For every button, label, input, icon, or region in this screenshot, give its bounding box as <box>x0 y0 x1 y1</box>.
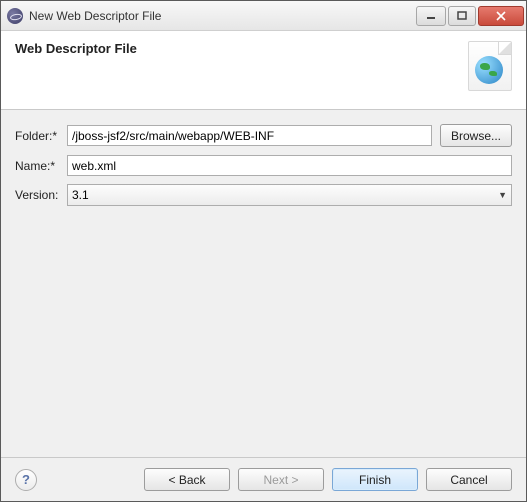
window-title: New Web Descriptor File <box>29 9 414 23</box>
version-value: 3.1 <box>72 188 89 202</box>
folder-input[interactable] <box>67 125 432 146</box>
wizard-buttons: < Back Next > Finish Cancel <box>144 468 512 491</box>
globe-icon <box>475 56 503 84</box>
close-button[interactable] <box>478 6 524 26</box>
page-title: Web Descriptor File <box>15 41 137 56</box>
window-controls <box>414 6 524 26</box>
next-button: Next > <box>238 468 324 491</box>
folder-label: Folder:* <box>15 129 67 143</box>
wizard-banner: Web Descriptor File <box>1 31 526 110</box>
browse-button[interactable]: Browse... <box>440 124 512 147</box>
back-button[interactable]: < Back <box>144 468 230 491</box>
maximize-button[interactable] <box>448 6 476 26</box>
help-icon[interactable]: ? <box>15 469 37 491</box>
content-spacer <box>1 220 526 457</box>
minimize-button[interactable] <box>416 6 446 26</box>
folder-row: Folder:* Browse... <box>15 124 512 147</box>
web-descriptor-icon <box>468 41 512 91</box>
cancel-button[interactable]: Cancel <box>426 468 512 491</box>
eclipse-icon <box>7 8 23 24</box>
chevron-down-icon: ▼ <box>498 190 507 200</box>
version-label: Version: <box>15 188 67 202</box>
version-row: Version: 3.1 ▼ <box>15 184 512 206</box>
version-select[interactable]: 3.1 ▼ <box>67 184 512 206</box>
name-row: Name:* <box>15 155 512 176</box>
form-area: Folder:* Browse... Name:* Version: 3.1 ▼ <box>1 110 526 220</box>
finish-button[interactable]: Finish <box>332 468 418 491</box>
wizard-footer: ? < Back Next > Finish Cancel <box>1 457 526 501</box>
wizard-window: New Web Descriptor File Web Descriptor F… <box>0 0 527 502</box>
titlebar[interactable]: New Web Descriptor File <box>1 1 526 31</box>
name-input[interactable] <box>67 155 512 176</box>
name-label: Name:* <box>15 159 67 173</box>
